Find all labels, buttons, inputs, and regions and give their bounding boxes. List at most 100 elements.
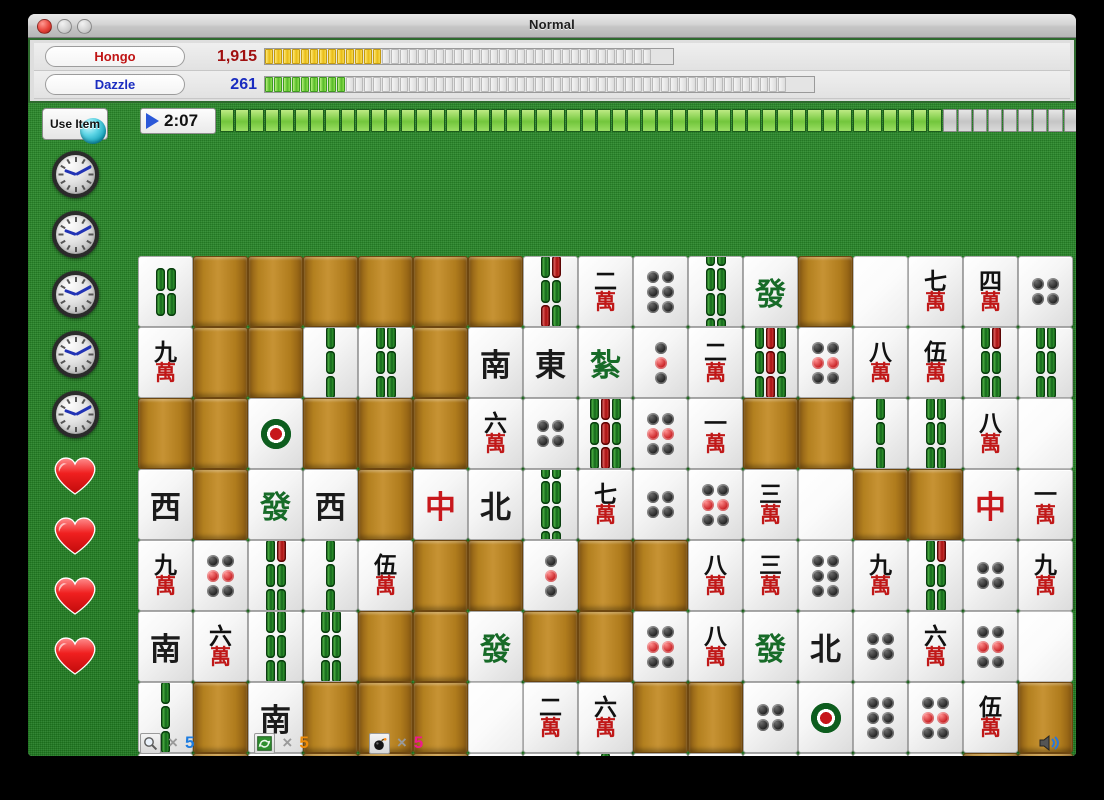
tile-char9[interactable]: 九萬 xyxy=(138,540,193,611)
tile-face-down[interactable] xyxy=(193,256,248,327)
tile-char2[interactable]: 二萬 xyxy=(688,327,743,398)
tile-char6[interactable]: 六萬 xyxy=(908,611,963,682)
tile-face-down[interactable] xyxy=(358,398,413,469)
tile-char5[interactable]: 伍萬 xyxy=(358,540,413,611)
tile-face-down[interactable] xyxy=(413,256,468,327)
tile-red[interactable]: 中 xyxy=(963,469,1018,540)
tile-face-down[interactable] xyxy=(413,398,468,469)
tile-green[interactable]: 發 xyxy=(468,611,523,682)
tile-char8[interactable]: 八萬 xyxy=(963,398,1018,469)
tile-dot6r[interactable] xyxy=(688,469,743,540)
tile-green[interactable]: 發 xyxy=(743,256,798,327)
tile-face-down[interactable] xyxy=(248,327,303,398)
tile-south[interactable]: 南 xyxy=(138,611,193,682)
tile-char8[interactable]: 八萬 xyxy=(853,327,908,398)
tile-south[interactable]: 南 xyxy=(468,327,523,398)
sound-on-icon[interactable] xyxy=(1038,734,1060,752)
tile-bam6g[interactable] xyxy=(303,611,358,682)
tile-bam7r[interactable] xyxy=(963,327,1018,398)
tile-bam33r[interactable] xyxy=(523,256,578,327)
tile-bam6[interactable] xyxy=(248,611,303,682)
tile-char8[interactable]: 八萬 xyxy=(688,540,743,611)
tile-face-down[interactable] xyxy=(303,256,358,327)
magnifier-icon[interactable] xyxy=(140,732,161,754)
tile-dot2[interactable] xyxy=(963,540,1018,611)
tile-west[interactable]: 西 xyxy=(303,469,358,540)
tile-char9[interactable]: 九萬 xyxy=(853,540,908,611)
tile-char5[interactable]: 伍萬 xyxy=(908,327,963,398)
tile-face-down[interactable] xyxy=(413,327,468,398)
tile-char2[interactable]: 二萬 xyxy=(578,256,633,327)
tile-face-down[interactable] xyxy=(798,398,853,469)
tile-char1[interactable]: 一萬 xyxy=(688,398,743,469)
tile-dot6r[interactable] xyxy=(798,327,853,398)
tile-bam7r[interactable] xyxy=(248,540,303,611)
tile-red[interactable]: 中 xyxy=(413,469,468,540)
bomb-icon[interactable] xyxy=(368,732,390,754)
tile-char1[interactable]: 一萬 xyxy=(1018,469,1073,540)
tile-dot3[interactable] xyxy=(523,540,578,611)
tile-face-down[interactable] xyxy=(468,256,523,327)
tile-dot6r[interactable] xyxy=(633,611,688,682)
tile-bam22[interactable] xyxy=(138,256,193,327)
tile-bam6[interactable] xyxy=(908,398,963,469)
tile-bam6[interactable] xyxy=(1018,327,1073,398)
tile-face-down[interactable] xyxy=(413,540,468,611)
game-board[interactable]: Use Item 2:07 二萬發七萬四萬九萬南東紮二萬八萬伍萬六萬一萬八萬西發… xyxy=(28,103,1076,756)
tile-dot3[interactable] xyxy=(633,327,688,398)
tile-face-down[interactable] xyxy=(743,398,798,469)
tile-dot5[interactable] xyxy=(1018,256,1073,327)
tile-dot6r[interactable] xyxy=(963,611,1018,682)
tile-face-down[interactable] xyxy=(578,540,633,611)
tile-char6[interactable]: 六萬 xyxy=(468,398,523,469)
tile-dot6[interactable] xyxy=(633,256,688,327)
tile-face-down[interactable] xyxy=(358,611,413,682)
tile-face-down[interactable] xyxy=(358,256,413,327)
tile-bam9r[interactable] xyxy=(743,327,798,398)
tile-bam8[interactable] xyxy=(523,469,578,540)
tile-bam3[interactable] xyxy=(303,540,358,611)
tile-bam2[interactable] xyxy=(303,327,358,398)
shuffle-icon[interactable] xyxy=(254,732,276,754)
tile-char6[interactable]: 六萬 xyxy=(193,611,248,682)
tile-grid[interactable]: 二萬發七萬四萬九萬南東紮二萬八萬伍萬六萬一萬八萬西發西中北七萬三萬中一萬九萬伍萬… xyxy=(138,256,1073,756)
tile-dotbig[interactable] xyxy=(248,398,303,469)
tile-bam8[interactable] xyxy=(688,256,743,327)
tile-face-down[interactable] xyxy=(523,611,578,682)
tile-north[interactable]: 北 xyxy=(798,611,853,682)
tile-face-down[interactable] xyxy=(578,611,633,682)
tile-west[interactable]: 西 xyxy=(138,469,193,540)
tile-face-down[interactable] xyxy=(633,540,688,611)
tile-face-down[interactable] xyxy=(193,469,248,540)
tile-face-down[interactable] xyxy=(358,469,413,540)
tile-face-down[interactable] xyxy=(908,469,963,540)
tile-dot6r[interactable] xyxy=(193,540,248,611)
tile-face-down[interactable] xyxy=(193,398,248,469)
tile-char3[interactable]: 三萬 xyxy=(743,469,798,540)
tile-face-down[interactable] xyxy=(248,256,303,327)
item-counter[interactable]: × 5 xyxy=(140,732,194,754)
tile-face-down[interactable] xyxy=(468,540,523,611)
tile-dot4[interactable] xyxy=(523,398,578,469)
tile-dot6[interactable] xyxy=(798,540,853,611)
tile-face-down[interactable] xyxy=(413,611,468,682)
tile-face-down[interactable] xyxy=(303,398,358,469)
tile-bam6[interactable] xyxy=(358,327,413,398)
tile-char7[interactable]: 七萬 xyxy=(908,256,963,327)
use-item-button[interactable]: Use Item xyxy=(42,108,108,144)
tile-face-down[interactable] xyxy=(798,256,853,327)
tile-east[interactable]: 東 xyxy=(523,327,578,398)
tile-char4[interactable]: 四萬 xyxy=(963,256,1018,327)
tile-bam3[interactable] xyxy=(853,398,908,469)
tile-dot5r[interactable] xyxy=(633,398,688,469)
tile-char9[interactable]: 九萬 xyxy=(1018,540,1073,611)
tile-face-down[interactable] xyxy=(853,469,908,540)
tile-north[interactable]: 北 xyxy=(468,469,523,540)
tile-face-down[interactable] xyxy=(138,398,193,469)
tile-green[interactable]: 發 xyxy=(248,469,303,540)
tile-bam9r[interactable] xyxy=(578,398,633,469)
tile-dot4[interactable] xyxy=(633,469,688,540)
tile-face-down[interactable] xyxy=(193,327,248,398)
item-counter[interactable]: × 5 xyxy=(368,732,423,754)
tile-green[interactable]: 發 xyxy=(743,611,798,682)
